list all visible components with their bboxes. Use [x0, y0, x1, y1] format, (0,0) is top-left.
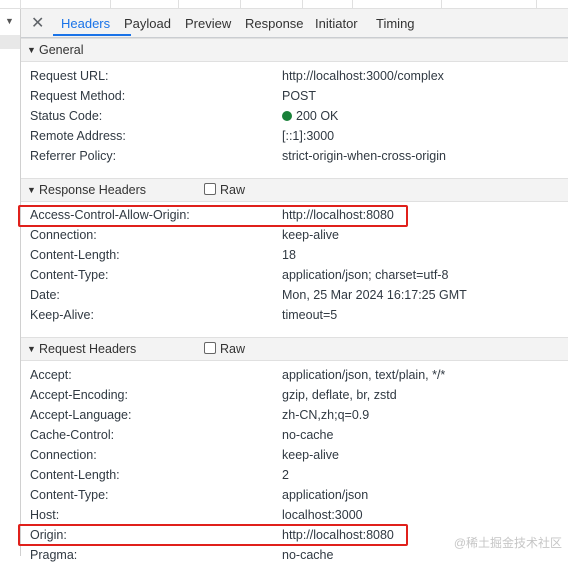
general-row: Request Method: POST: [21, 86, 568, 106]
column-divider: [20, 0, 21, 8]
headers-panel: ▼ General Request URL: http://localhost:3…: [21, 38, 568, 562]
header-key: Accept-Encoding:: [30, 388, 128, 402]
status-dot-icon: [282, 111, 292, 121]
section-title: Response Headers: [39, 183, 147, 197]
active-tab-indicator: [53, 34, 131, 36]
header-key: Content-Length:: [30, 468, 120, 482]
general-row: Request URL: http://localhost:3000/comple…: [21, 66, 568, 86]
header-key: Referrer Policy:: [30, 149, 117, 163]
header-value: no-cache: [282, 428, 334, 442]
header-value: strict-origin-when-cross-origin: [282, 149, 446, 163]
header-key: Content-Type:: [30, 268, 109, 282]
column-divider: [441, 0, 442, 8]
request-header-row: Cache-Control: no-cache: [21, 425, 568, 445]
request-header-row: Content-Type: application/json: [21, 485, 568, 505]
request-header-row: Accept-Language: zh-CN,zh;q=0.9: [21, 405, 568, 425]
request-header-row: Host: localhost:3000: [21, 505, 568, 525]
header-value: http://localhost:3000/complex: [282, 69, 444, 83]
general-row: Remote Address: [::1]:3000: [21, 126, 568, 146]
tab-timing[interactable]: Timing: [376, 16, 415, 31]
request-header-row: Accept-Encoding: gzip, deflate, br, zstd: [21, 385, 568, 405]
header-value: zh-CN,zh;q=0.9: [282, 408, 370, 422]
expand-triangle-icon: ▼: [27, 185, 36, 195]
header-value: no-cache: [282, 548, 334, 562]
selected-request-row[interactable]: [0, 35, 20, 49]
header-key: Pragma:: [30, 548, 78, 562]
header-value: 2: [282, 468, 289, 482]
tab-payload[interactable]: Payload: [124, 16, 171, 31]
tab-preview[interactable]: Preview: [185, 16, 231, 31]
section-title: General: [39, 43, 84, 57]
response-header-row: Connection: keep-alive: [21, 225, 568, 245]
header-key: Request Method:: [30, 89, 126, 103]
highlight-box: [18, 524, 408, 546]
response-header-row: Keep-Alive: timeout=5: [21, 305, 568, 325]
raw-toggle[interactable]: Raw: [204, 183, 245, 197]
expand-triangle-icon: ▼: [27, 45, 36, 55]
header-value: Mon, 25 Mar 2024 16:17:25 GMT: [282, 288, 467, 302]
header-value: localhost:3000: [282, 508, 363, 522]
response-header-row: Date: Mon, 25 Mar 2024 16:17:25 GMT: [21, 285, 568, 305]
column-divider: [302, 0, 303, 8]
header-key: Content-Length:: [30, 248, 120, 262]
header-key: Status Code:: [30, 109, 103, 123]
header-value: timeout=5: [282, 308, 338, 322]
general-row: Status Code: 200 OK: [21, 106, 568, 126]
header-key: Keep-Alive:: [30, 308, 94, 322]
details-tab-bar: ✕ Headers Payload Preview Response Initi…: [21, 9, 568, 38]
general-row: Referrer Policy: strict-origin-when-cross…: [21, 146, 568, 166]
close-icon[interactable]: ✕: [31, 13, 44, 33]
column-divider: [178, 0, 179, 8]
status-text: 200 OK: [296, 109, 339, 123]
checkbox-icon[interactable]: [204, 183, 216, 195]
raw-label: Raw: [220, 183, 246, 197]
column-divider: [240, 0, 241, 8]
general-section-header[interactable]: ▼ General: [21, 38, 568, 62]
column-divider: [110, 0, 111, 8]
header-value: application/json; charset=utf-8: [282, 268, 449, 282]
header-key: Accept-Language:: [30, 408, 132, 422]
header-key: Accept:: [30, 368, 72, 382]
header-value: 18: [282, 248, 296, 262]
header-value: keep-alive: [282, 228, 339, 242]
request-header-row: Content-Length: 2: [21, 465, 568, 485]
header-key: Date:: [30, 288, 60, 302]
highlight-box: [18, 205, 408, 227]
tab-headers[interactable]: Headers: [61, 16, 110, 31]
header-key: Connection:: [30, 448, 97, 462]
header-key: Content-Type:: [30, 488, 109, 502]
raw-label: Raw: [220, 342, 246, 356]
collapse-arrow-icon[interactable]: ▼: [5, 16, 14, 26]
section-title: Request Headers: [39, 342, 137, 356]
watermark: @稀土掘金技术社区: [453, 536, 562, 550]
column-divider: [536, 0, 537, 8]
header-value: POST: [282, 89, 317, 103]
request-header-row: Connection: keep-alive: [21, 445, 568, 465]
header-value: gzip, deflate, br, zstd: [282, 388, 397, 402]
response-headers-section-header[interactable]: ▼ Response Headers Raw: [21, 178, 568, 202]
header-value: [::1]:3000: [282, 129, 335, 143]
checkbox-icon[interactable]: [204, 342, 216, 354]
tab-initiator[interactable]: Initiator: [315, 16, 358, 31]
raw-toggle[interactable]: Raw: [204, 342, 245, 356]
response-header-row: Content-Type: application/json; charset=u…: [21, 265, 568, 285]
tab-response[interactable]: Response: [245, 16, 304, 31]
request-list-column: ▼: [0, 9, 21, 556]
header-key: Cache-Control:: [30, 428, 115, 442]
column-divider: [352, 0, 353, 8]
header-value: application/json: [282, 488, 369, 502]
request-header-row: Accept: application/json, text/plain, */*: [21, 365, 568, 385]
header-key: Host:: [30, 508, 60, 522]
header-value: application/json, text/plain, */*: [282, 368, 446, 382]
header-key: Connection:: [30, 228, 97, 242]
top-strip: [0, 0, 568, 9]
request-headers-section-header[interactable]: ▼ Request Headers Raw: [21, 337, 568, 361]
response-header-row: Content-Length: 18: [21, 245, 568, 265]
header-key: Request URL:: [30, 69, 109, 83]
header-value: 200 OK: [282, 109, 338, 123]
header-value: keep-alive: [282, 448, 339, 462]
expand-triangle-icon: ▼: [27, 344, 36, 354]
header-key: Remote Address:: [30, 129, 126, 143]
